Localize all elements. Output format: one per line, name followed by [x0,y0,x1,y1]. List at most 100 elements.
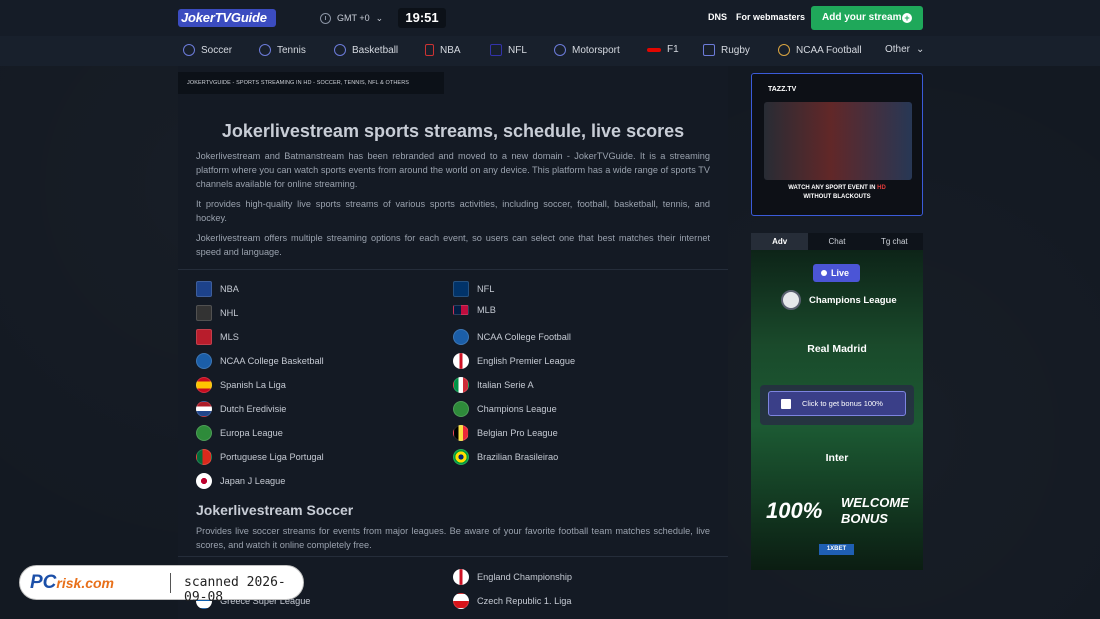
italy-flag-icon [453,377,469,393]
league-link[interactable]: Europa League [196,425,283,441]
tab-chat[interactable]: Chat [808,233,865,250]
bonus-promo[interactable]: Live Champions League Real Madrid Click … [751,250,923,570]
league-link[interactable]: English Premier League [453,353,575,369]
league-label: English Premier League [477,356,576,366]
add-stream-label: Add your stream [822,12,902,23]
tazz-tv-ad[interactable]: TAZZ.TV WATCH ANY SPORT EVENT IN HD WITH… [751,73,923,216]
bookmaker-logo: 1XBET [819,544,854,555]
ad-caption-line: WATCH ANY SPORT EVENT IN [788,185,876,191]
league-link[interactable]: NHL [196,305,238,321]
dns-link[interactable]: DNS [708,12,727,22]
league-link[interactable]: NBA [196,281,239,297]
portugal-flag-icon [196,449,212,465]
nfl-logo-icon [453,281,469,297]
divider [178,269,728,270]
top-bar: JokerTVGuide GMT +0 ⌄ 19:51 DNS For webm… [0,0,1100,36]
tennis-icon [259,44,271,56]
divider [178,556,728,557]
league-link[interactable]: Portuguese Liga Portugal [196,449,324,465]
nav-other[interactable]: Other ⌄ [885,44,924,55]
away-team: Inter [825,452,849,464]
brazil-flag-icon [453,449,469,465]
home-team: Real Madrid [807,343,867,355]
mls-logo-icon [196,329,212,345]
nav-tennis[interactable]: Tennis [259,44,306,56]
league-link[interactable]: England Championship [453,569,572,585]
nav-motorsport[interactable]: Motorsport [554,44,620,56]
current-time: 19:51 [398,8,446,28]
bonus-box: Click to get bonus 100% [760,385,914,425]
league-link[interactable]: Belgian Pro League [453,425,558,441]
f1-icon [647,47,661,52]
tab-tg-chat[interactable]: Tg chat [866,233,923,250]
league-label: Czech Republic 1. Liga [477,596,572,606]
plus-icon: + [902,13,912,23]
nav-label: Basketball [352,44,399,56]
get-bonus-button[interactable]: Click to get bonus 100% [768,391,906,416]
czech-flag-icon [453,593,469,609]
spain-flag-icon [196,377,212,393]
soccer-ball-icon [183,44,195,56]
league-link[interactable]: MLB [453,305,496,315]
ncaa-logo-icon [453,329,469,345]
clock-icon [320,12,331,24]
mlb-logo-icon [453,305,469,315]
chevron-down-icon: ⌄ [375,12,384,23]
league-label: Belgian Pro League [477,428,558,438]
pcrisk-watermark: PCrisk.com scanned 2026-09-08 [19,565,304,605]
ncaa-logo-icon [196,353,212,369]
league-label: Portuguese Liga Portugal [220,452,324,462]
scan-date: scanned 2026-09-08 [184,575,286,605]
league-link[interactable]: MLS [196,329,239,345]
england-flag-icon [453,353,469,369]
intro-paragraph: Jokerlivestream and Batmanstream has bee… [196,151,710,189]
netherlands-flag-icon [196,401,212,417]
japan-flag-icon [196,473,212,489]
league-link[interactable]: Czech Republic 1. Liga [453,593,571,609]
site-logo[interactable]: JokerTVGuide [178,9,276,27]
league-label: Italian Serie A [477,380,534,390]
league-link[interactable]: Brazilian Brasileirao [453,449,558,465]
league-link[interactable]: Dutch Eredivisie [196,401,286,417]
bonus-percentage: 100% [766,498,823,523]
nba-icon [425,44,434,56]
league-link[interactable]: NCAA College Football [453,329,571,345]
nav-basketball[interactable]: Basketball [334,44,398,56]
basketball-icon [334,44,346,56]
nav-ncaa-football[interactable]: NCAA Football [778,44,862,56]
motorsport-icon [554,44,566,56]
nav-soccer[interactable]: Soccer [183,44,232,56]
sidebar-tabs: Adv Chat Tg chat [751,233,923,250]
ad-caption: WATCH ANY SPORT EVENT IN HD WITHOUT BLAC… [752,184,922,202]
league-link[interactable]: Champions League [453,401,557,417]
nav-label: NFL [508,44,527,56]
nav-f1[interactable]: F1 [647,44,679,55]
pcrisk-logo: PCrisk.com [30,572,160,594]
league-label: NCAA College Football [477,332,571,342]
champions-league-icon [781,290,801,310]
breadcrumb[interactable]: JOKERTVGUIDE - SPORTS STREAMING IN HD - … [178,72,444,94]
tab-adv[interactable]: Adv [751,233,809,250]
league-link[interactable]: Spanish La Liga [196,377,286,393]
nav-nba[interactable]: NBA [425,44,461,56]
league-label: England Championship [477,572,573,582]
webmasters-link[interactable]: For webmasters [736,12,805,22]
league-link[interactable]: NFL [453,281,494,297]
nav-label: NCAA Football [796,44,862,56]
england-flag-icon [453,569,469,585]
nav-rugby[interactable]: Rugby [703,44,750,56]
league-link[interactable]: Italian Serie A [453,377,534,393]
league-link[interactable]: NCAA College Basketball [196,353,324,369]
timezone-selector[interactable]: GMT +0 ⌄ [320,8,388,28]
nfl-icon [490,44,502,56]
nav-label: NBA [440,44,461,56]
nav-label: Rugby [721,44,750,56]
ad-caption-line: WITHOUT BLACKOUTS [803,194,871,200]
competition-label: Champions League [809,295,897,306]
nav-nfl[interactable]: NFL [490,44,527,56]
main-content: JOKERTVGUIDE - SPORTS STREAMING IN HD - … [178,66,728,619]
nav-label: Other [885,44,911,55]
add-stream-button[interactable]: Add your stream + [811,6,923,30]
nav-label: Soccer [201,44,233,56]
league-link[interactable]: Japan J League [196,473,285,489]
